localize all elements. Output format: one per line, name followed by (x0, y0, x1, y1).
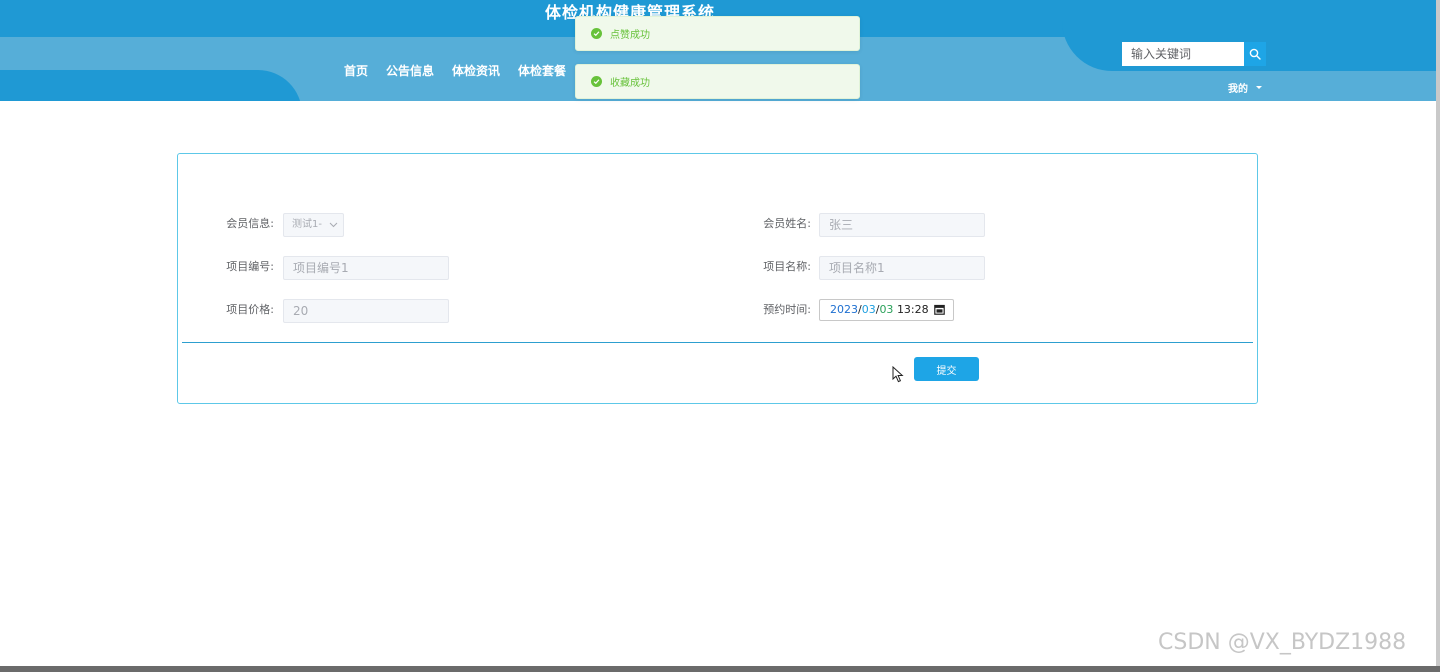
vertical-scrollbar[interactable] (1436, 0, 1440, 666)
header-left-wave (0, 70, 302, 101)
form-divider (182, 342, 1253, 343)
search-input[interactable] (1122, 42, 1244, 66)
search-bar (1122, 42, 1266, 66)
item-price-field[interactable]: 20 (283, 299, 449, 323)
calendar-icon[interactable] (934, 304, 945, 315)
search-icon (1249, 48, 1261, 60)
item-code-field[interactable]: 项目编号1 (283, 256, 449, 280)
toast-message: 点赞成功 (610, 30, 650, 41)
member-info-select[interactable]: 测试1- (283, 213, 344, 237)
caret-down-icon (1256, 86, 1262, 89)
member-info-value: 测试1- (292, 219, 322, 230)
appointment-form-card: 会员信息: 测试1- 会员姓名: 张三 项目编号: 项目编号1 项目名称: 项目… (177, 153, 1258, 404)
user-menu-label: 我的 (1228, 84, 1248, 95)
watermark-text: CSDN @VX_BYDZ1988 (1158, 630, 1407, 655)
member-name-field[interactable]: 张三 (819, 213, 985, 237)
appointment-time-label: 预约时间: (763, 303, 811, 316)
toast-like-success: 点赞成功 (575, 16, 860, 51)
submit-button[interactable]: 提交 (914, 357, 979, 381)
search-button[interactable] (1244, 42, 1266, 66)
member-info-label: 会员信息: (226, 217, 274, 230)
appointment-month: 03 (861, 303, 876, 316)
appointment-year: 2023 (830, 303, 858, 316)
check-circle-icon (591, 76, 602, 87)
chevron-down-icon (329, 222, 338, 228)
item-name-field[interactable]: 项目名称1 (819, 256, 985, 280)
nav-packages[interactable]: 体检套餐 (518, 62, 566, 80)
app-window: 体检机构健康管理系统 首页 公告信息 体检资讯 体检套餐 我的 点赞成功 (0, 0, 1436, 666)
nav-announcements[interactable]: 公告信息 (386, 62, 434, 80)
appointment-time: 13:28 (896, 303, 929, 316)
appointment-day: 03 (879, 303, 894, 316)
nav-news[interactable]: 体检资讯 (452, 62, 500, 80)
item-price-label: 项目价格: (226, 303, 274, 316)
toast-favorite-success: 收藏成功 (575, 64, 860, 99)
item-name-label: 项目名称: (763, 260, 811, 273)
toast-message: 收藏成功 (610, 78, 650, 89)
item-code-label: 项目编号: (226, 260, 274, 273)
mouse-cursor-icon (892, 366, 904, 383)
main-nav: 首页 公告信息 体检资讯 体检套餐 (344, 62, 584, 80)
nav-home[interactable]: 首页 (344, 62, 368, 80)
check-circle-icon (591, 28, 602, 39)
appointment-datetime-input[interactable]: 2023/03/03 13:28 (819, 299, 954, 321)
member-name-label: 会员姓名: (763, 217, 811, 230)
user-menu-dropdown[interactable]: 我的 (1228, 80, 1262, 95)
